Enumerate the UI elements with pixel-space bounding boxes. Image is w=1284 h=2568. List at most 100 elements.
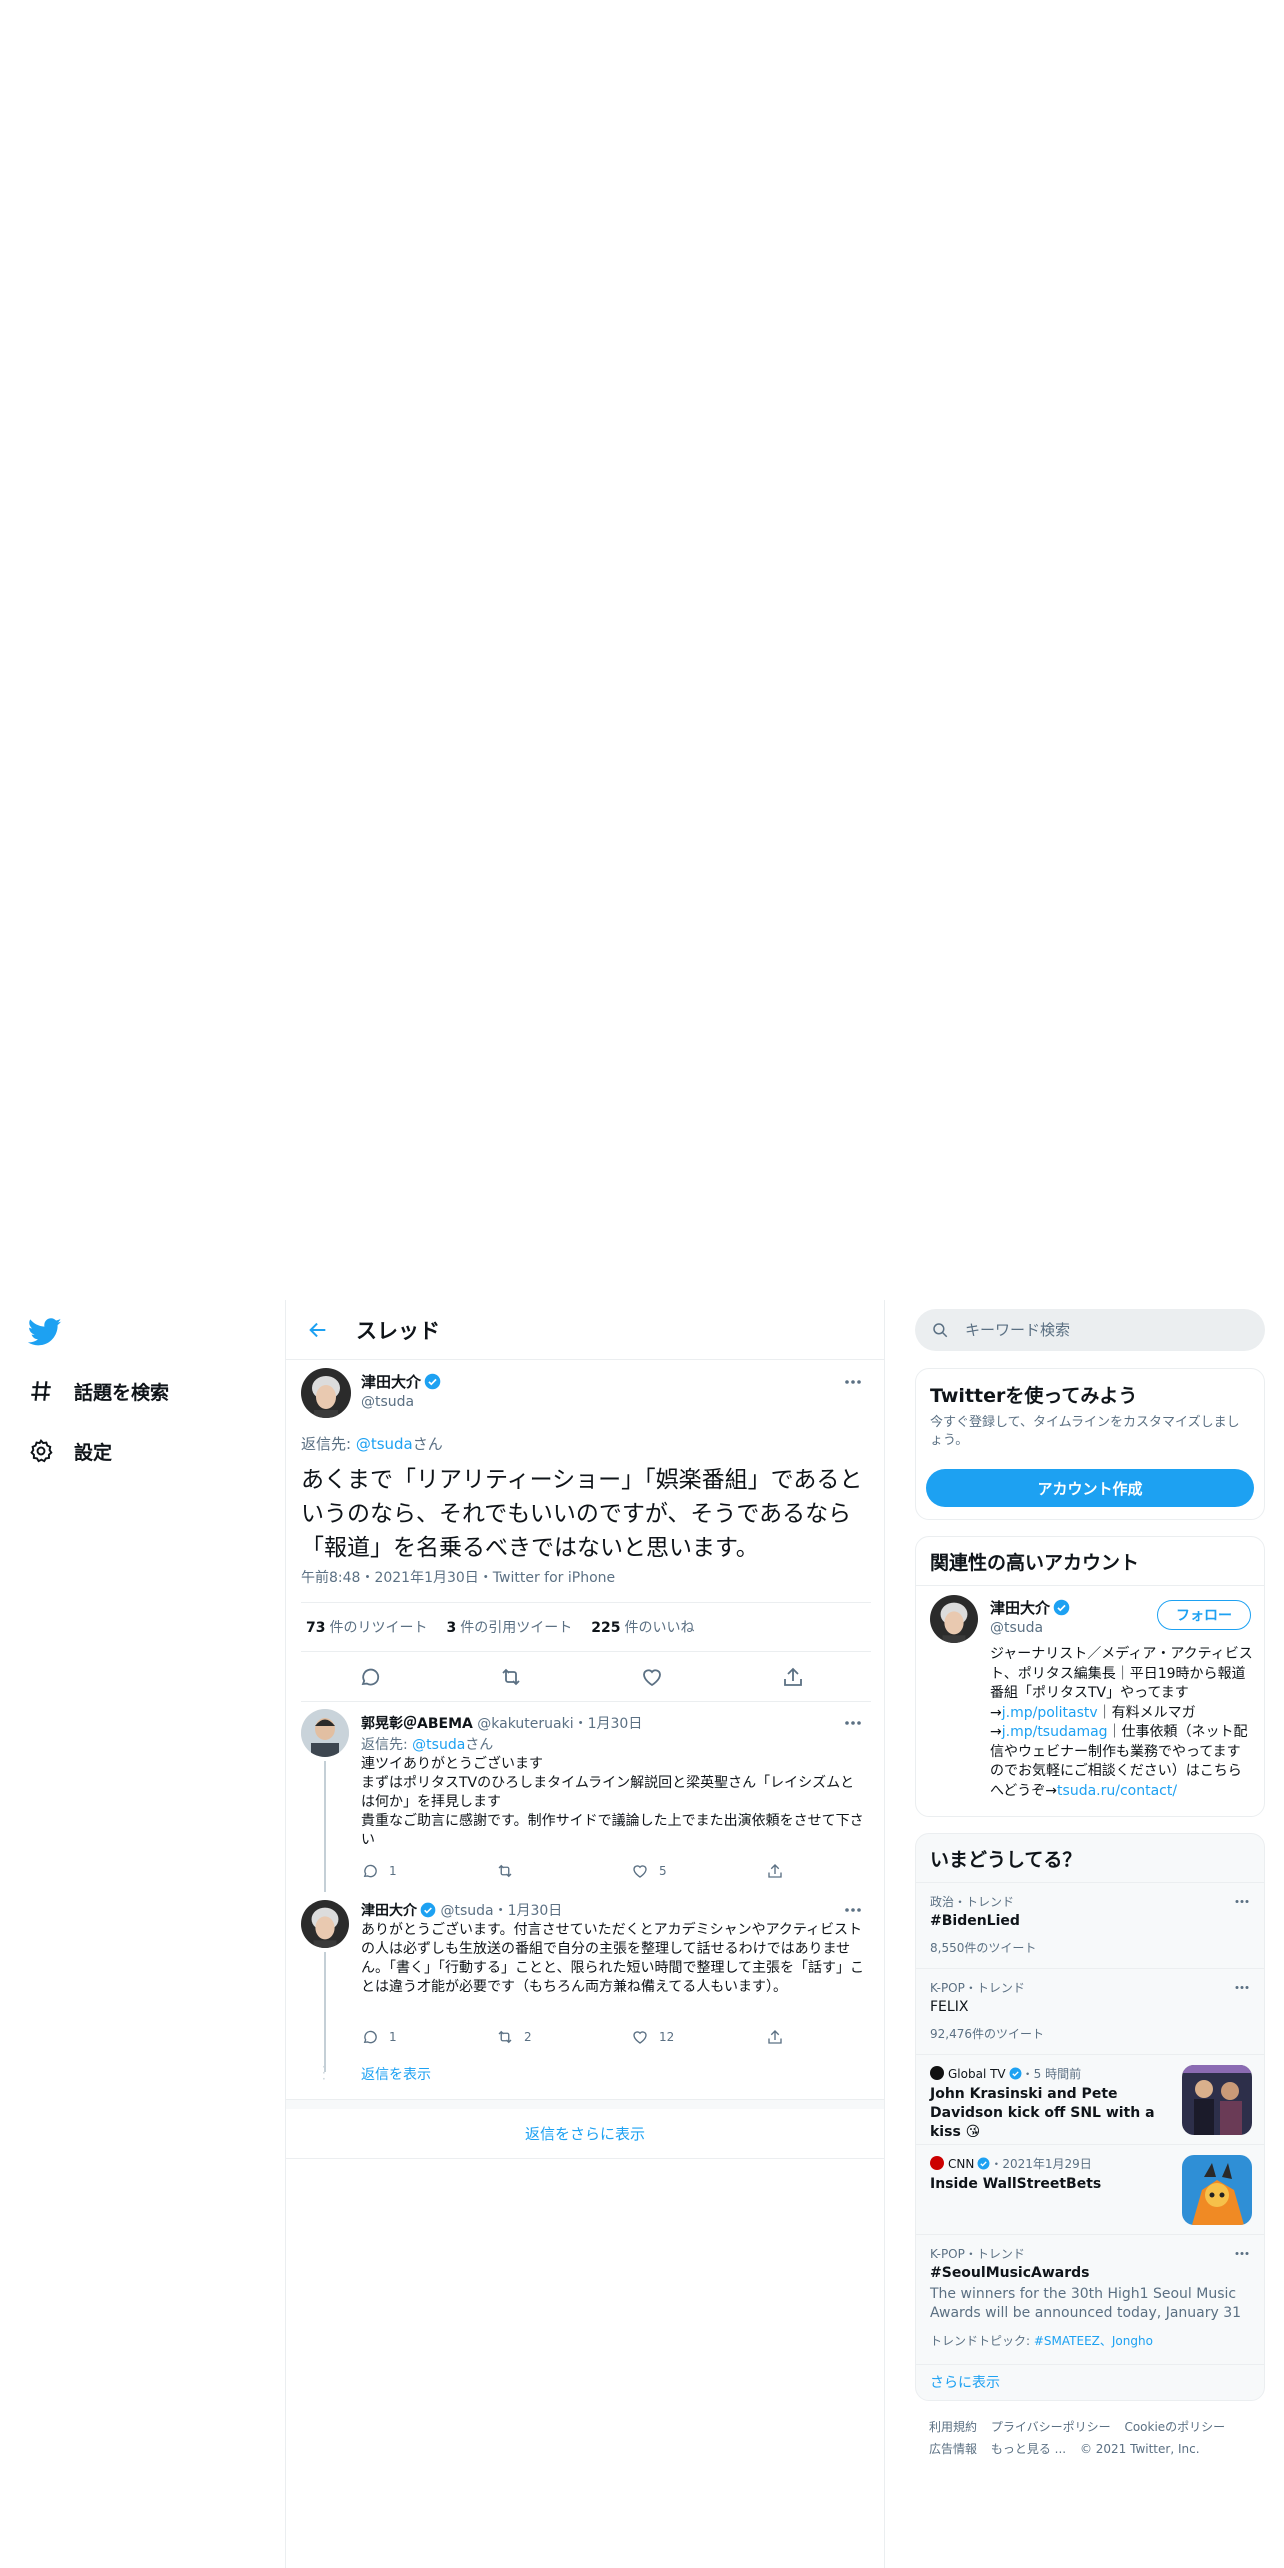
share-icon <box>768 1864 782 1878</box>
footer-link[interactable]: もっと見る ... <box>991 2442 1066 2456</box>
twitter-bird-icon[interactable] <box>28 1315 62 1349</box>
reply-header: 津田大介 @tsuda・1月30日 <box>361 1900 562 1920</box>
reply-header: 郭晃彰＠ABEMA @kakuteruaki・1月30日 <box>361 1713 642 1733</box>
retweet-icon[interactable] <box>499 1665 523 1689</box>
retweet-count[interactable]: 73 件のリツイート <box>306 1617 427 1637</box>
news-item[interactable]: CNN ・2021年1月29日 Inside WallStreetBets <box>916 2144 1264 2234</box>
trends-title: いまどうしてる？ <box>930 1849 1082 1871</box>
more-options-icon[interactable] <box>841 1370 865 1394</box>
share-icon[interactable] <box>781 1665 805 1689</box>
bio-link[interactable]: tsuda.ru/contact/ <box>1057 1783 1177 1799</box>
share-button[interactable] <box>766 1861 794 1881</box>
tweet-actions <box>301 1652 871 1702</box>
more-options-icon[interactable] <box>841 1711 865 1735</box>
show-replies-link[interactable]: 返信を表示 <box>361 2064 431 2084</box>
like-button[interactable]: 12 <box>631 2027 674 2047</box>
reply-handle-link[interactable]: @tsuda <box>412 1737 465 1753</box>
account-handle[interactable]: @tsuda <box>990 1620 1043 1636</box>
more-options-icon[interactable] <box>1232 1891 1252 1911</box>
trend-item[interactable]: 政治・トレンド #BidenLied 8,550件のツイート <box>916 1882 1264 1968</box>
like-icon[interactable] <box>640 1665 664 1689</box>
trends-card: いまどうしてる？ 政治・トレンド #BidenLied 8,550件のツイート … <box>915 1833 1265 2401</box>
retweet-button[interactable]: 2 <box>496 2027 532 2047</box>
avatar[interactable] <box>301 1368 351 1418</box>
signup-card: Twitterを使ってみよう 今すぐ登録して、タイムラインをカスタマイズしましょ… <box>915 1368 1265 1520</box>
follow-button[interactable]: フォロー <box>1157 1600 1251 1630</box>
thread-header: スレッド <box>286 1300 884 1360</box>
news-item[interactable]: Global TV ・5 時間前 John Krasinski and Pete … <box>916 2054 1264 2144</box>
hashtag-icon <box>31 1381 51 1401</box>
avatar[interactable] <box>930 1595 978 1643</box>
author-handle[interactable]: @tsuda <box>440 1903 493 1919</box>
reply-tweet[interactable]: 郭晃彰＠ABEMA @kakuteruaki・1月30日 返信先: @tsuda… <box>286 1703 884 1892</box>
globaltv-logo-icon <box>930 2066 944 2080</box>
gear-icon <box>30 1439 53 1463</box>
search-box[interactable] <box>915 1309 1265 1351</box>
author-name[interactable]: 津田大介 <box>361 1371 441 1392</box>
related-title: 関連性の高いアカウント <box>930 1552 1140 1574</box>
like-button[interactable]: 5 <box>631 1861 667 1881</box>
related-accounts-card: 関連性の高いアカウント 津田大介 @tsuda フォロー ジャーナリスト／メディ… <box>915 1536 1265 1817</box>
like-count[interactable]: 225 件のいいね <box>591 1617 694 1637</box>
trend-topic-link[interactable]: #SMATEEZ、Jongho <box>1034 2334 1153 2348</box>
avatar[interactable] <box>301 1709 349 1757</box>
account-name[interactable]: 津田大介 <box>990 1597 1070 1618</box>
footer-link[interactable]: プライバシーポリシー <box>991 2420 1111 2434</box>
retweet-button[interactable] <box>496 1861 524 1881</box>
thread-ellipsis: · · · <box>322 2060 326 2086</box>
back-arrow-icon <box>309 1322 326 1337</box>
bio-link[interactable]: j.mp/tsudamag <box>1002 1724 1108 1740</box>
news-thumbnail <box>1182 2155 1252 2225</box>
show-more-replies-button[interactable]: 返信をさらに表示 <box>286 2109 884 2159</box>
reply-text: ありがとうございます。付言させていただくとアカデミシャンやアクティビストの人は必… <box>361 1922 865 1995</box>
reply-date[interactable]: ・1月30日 <box>494 1903 563 1919</box>
reply-button[interactable]: 1 <box>361 2027 397 2047</box>
more-options-icon[interactable] <box>1232 1977 1252 1997</box>
thread-connector <box>324 1952 326 2072</box>
tweet-stats: 73 件のリツイート 3 件の引用ツイート 225 件のいいね <box>301 1602 871 1652</box>
verified-badge-icon <box>977 2157 990 2170</box>
author-name[interactable]: 津田大介 <box>361 1903 417 1919</box>
author-name[interactable]: 郭晃彰＠ABEMA <box>361 1716 473 1732</box>
quote-count[interactable]: 3 件の引用ツイート <box>446 1617 572 1637</box>
nav-item-explore[interactable]: 話題を検索 <box>28 1371 169 1411</box>
signup-title: Twitterを使ってみよう <box>930 1385 1138 1407</box>
verified-badge-icon <box>420 1902 436 1918</box>
cnn-logo-icon <box>930 2156 944 2170</box>
verified-badge-icon <box>1053 1599 1070 1616</box>
author-handle[interactable]: @tsuda <box>361 1394 414 1410</box>
verified-badge-icon <box>1009 2067 1022 2080</box>
tweet-timestamp[interactable]: 午前8:48・2021年1月30日・Twitter for iPhone <box>301 1567 615 1587</box>
reply-date[interactable]: ・1月30日 <box>574 1716 643 1732</box>
retweet-icon <box>498 1864 512 1878</box>
show-more-link[interactable]: さらに表示 <box>930 2372 1000 2392</box>
bio-link[interactable]: j.mp/politastv <box>1002 1705 1098 1721</box>
section-divider <box>286 2099 884 2109</box>
like-icon <box>633 2031 647 2044</box>
reply-tweet[interactable]: 津田大介 @tsuda・1月30日 ありがとうございます。付言させていただくとア… <box>286 1892 884 2092</box>
reply-handle-link[interactable]: @tsuda <box>356 1435 413 1453</box>
more-options-icon[interactable] <box>1232 2243 1252 2263</box>
avatar[interactable] <box>301 1900 349 1948</box>
reply-button[interactable]: 1 <box>361 1861 397 1881</box>
reply-icon[interactable] <box>358 1665 382 1689</box>
account-bio: ジャーナリスト／メディア・アクティビスト、ポリタス編集長｜平日19時から報道番組… <box>990 1646 1253 1799</box>
thread-connector <box>324 1761 326 1892</box>
author-handle[interactable]: @kakuteruaki <box>477 1716 573 1732</box>
copyright: © 2021 Twitter, Inc. <box>1079 2442 1200 2456</box>
more-options-icon[interactable] <box>841 1898 865 1922</box>
create-account-button[interactable]: アカウント作成 <box>926 1469 1254 1507</box>
footer-link[interactable]: 利用規約 <box>929 2420 977 2434</box>
nav-label-explore: 話題を検索 <box>74 1381 170 1404</box>
retweet-icon <box>498 2030 512 2044</box>
signup-subtitle: 今すぐ登録して、タイムラインをカスタマイズしましょう。 <box>930 1415 1240 1448</box>
footer-link[interactable]: 広告情報 <box>929 2442 977 2456</box>
trend-item[interactable]: K-POP・トレンド FELIX 92,476件のツイート <box>916 1968 1264 2054</box>
search-input[interactable] <box>965 1321 1245 1339</box>
share-button[interactable] <box>766 2027 794 2047</box>
nav-item-settings[interactable]: 設定 <box>28 1431 112 1471</box>
reply-icon <box>363 2030 377 2044</box>
back-button[interactable] <box>300 1312 336 1348</box>
footer-link[interactable]: Cookieのポリシー <box>1124 2420 1225 2434</box>
trend-item[interactable]: K-POP・トレンド #SeoulMusicAwards The winners… <box>916 2234 1264 2364</box>
